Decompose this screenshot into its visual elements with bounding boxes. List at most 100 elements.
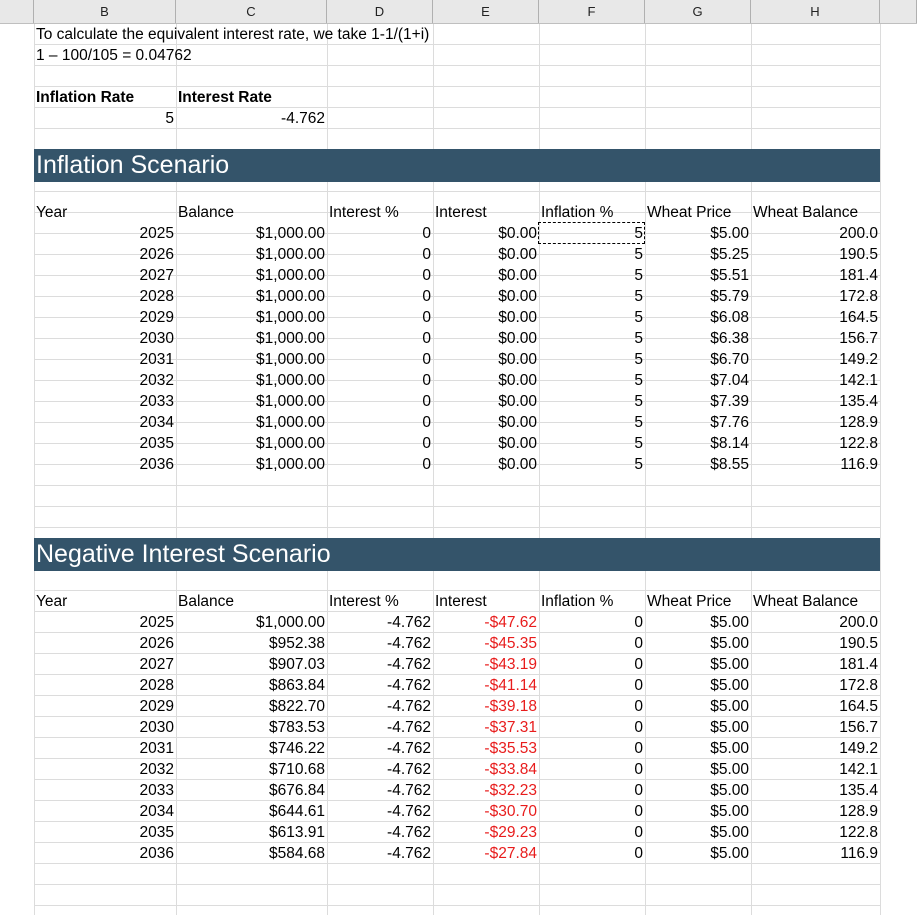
scenario2-cell-interest[interactable]: -$37.31: [433, 717, 539, 738]
scenario2-cell-interest-pct[interactable]: -4.762: [327, 801, 433, 822]
scenario1-cell-interest-pct[interactable]: 0: [327, 433, 433, 454]
scenario1-cell-balance[interactable]: $1,000.00: [176, 412, 327, 433]
scenario2-cell-balance[interactable]: $613.91: [176, 822, 327, 843]
scenario1-cell-wheat-balance[interactable]: 156.7: [751, 328, 880, 349]
inflation-scenario-banner[interactable]: Inflation Scenario: [34, 149, 880, 182]
interest-rate-value[interactable]: -4.762: [176, 108, 327, 129]
scenario1-cell-interest-pct[interactable]: 0: [327, 307, 433, 328]
note-formula-example[interactable]: 1 – 100/105 = 0.04762: [34, 45, 194, 66]
scenario1-cell-inflation-pct[interactable]: 5: [539, 244, 645, 265]
scenario2-cell-wheat-price[interactable]: $5.00: [645, 843, 751, 864]
scenario1-cell-interest[interactable]: $0.00: [433, 223, 539, 244]
column-header-i[interactable]: [880, 0, 917, 23]
scenario1-cell-year[interactable]: 2032: [34, 370, 176, 391]
inflation-rate-value[interactable]: 5: [34, 108, 176, 129]
scenario1-cell-interest[interactable]: $0.00: [433, 412, 539, 433]
scenario2-cell-wheat-balance[interactable]: 164.5: [751, 696, 880, 717]
scenario1-cell-interest-pct[interactable]: 0: [327, 223, 433, 244]
scenario2-header-interest-pct[interactable]: Interest %: [327, 591, 401, 612]
scenario2-cell-year[interactable]: 2032: [34, 759, 176, 780]
scenario2-cell-year[interactable]: 2033: [34, 780, 176, 801]
scenario2-cell-year[interactable]: 2035: [34, 822, 176, 843]
scenario1-cell-interest[interactable]: $0.00: [433, 265, 539, 286]
scenario1-cell-inflation-pct[interactable]: 5: [539, 328, 645, 349]
scenario1-cell-year[interactable]: 2035: [34, 433, 176, 454]
scenario1-cell-interest[interactable]: $0.00: [433, 370, 539, 391]
scenario2-cell-inflation-pct[interactable]: 0: [539, 738, 645, 759]
scenario1-header-wheat-price[interactable]: Wheat Price: [645, 202, 733, 223]
scenario1-cell-interest[interactable]: $0.00: [433, 454, 539, 475]
scenario1-cell-inflation-pct[interactable]: 5: [539, 349, 645, 370]
scenario1-cell-wheat-balance[interactable]: 164.5: [751, 307, 880, 328]
column-header-e[interactable]: E: [433, 0, 539, 23]
scenario1-cell-year[interactable]: 2036: [34, 454, 176, 475]
scenario1-cell-inflation-pct[interactable]: 5: [539, 454, 645, 475]
scenario2-cell-interest[interactable]: -$27.84: [433, 843, 539, 864]
column-header-h[interactable]: H: [751, 0, 880, 23]
scenario1-cell-wheat-price[interactable]: $6.08: [645, 307, 751, 328]
scenario2-cell-wheat-price[interactable]: $5.00: [645, 822, 751, 843]
scenario2-cell-wheat-balance[interactable]: 190.5: [751, 633, 880, 654]
inflation-rate-label[interactable]: Inflation Rate: [34, 87, 136, 108]
scenario2-cell-balance[interactable]: $907.03: [176, 654, 327, 675]
scenario2-cell-balance[interactable]: $710.68: [176, 759, 327, 780]
scenario1-header-wheat-balance[interactable]: Wheat Balance: [751, 202, 860, 223]
scenario1-header-balance[interactable]: Balance: [176, 202, 236, 223]
spreadsheet-grid[interactable]: BCDEFGH To calculate the equivalent inte…: [0, 0, 917, 915]
scenario1-cell-year[interactable]: 2025: [34, 223, 176, 244]
scenario1-cell-balance[interactable]: $1,000.00: [176, 223, 327, 244]
scenario2-cell-interest[interactable]: -$45.35: [433, 633, 539, 654]
scenario1-cell-year[interactable]: 2034: [34, 412, 176, 433]
scenario1-cell-balance[interactable]: $1,000.00: [176, 454, 327, 475]
scenario2-cell-balance[interactable]: $783.53: [176, 717, 327, 738]
scenario2-cell-inflation-pct[interactable]: 0: [539, 801, 645, 822]
scenario1-cell-balance[interactable]: $1,000.00: [176, 433, 327, 454]
scenario1-cell-wheat-balance[interactable]: 122.8: [751, 433, 880, 454]
scenario2-cell-wheat-balance[interactable]: 135.4: [751, 780, 880, 801]
scenario2-cell-inflation-pct[interactable]: 0: [539, 612, 645, 633]
scenario2-cell-interest[interactable]: -$43.19: [433, 654, 539, 675]
scenario2-cell-wheat-price[interactable]: $5.00: [645, 696, 751, 717]
scenario2-cell-year[interactable]: 2036: [34, 843, 176, 864]
scenario2-cell-year[interactable]: 2034: [34, 801, 176, 822]
scenario2-cell-inflation-pct[interactable]: 0: [539, 843, 645, 864]
scenario2-cell-wheat-price[interactable]: $5.00: [645, 801, 751, 822]
scenario2-cell-interest[interactable]: -$29.23: [433, 822, 539, 843]
scenario1-cell-wheat-price[interactable]: $5.51: [645, 265, 751, 286]
scenario2-cell-balance[interactable]: $1,000.00: [176, 612, 327, 633]
scenario1-cell-interest-pct[interactable]: 0: [327, 391, 433, 412]
scenario1-cell-inflation-pct[interactable]: 5: [539, 391, 645, 412]
column-header-b[interactable]: B: [34, 0, 176, 23]
scenario2-cell-balance[interactable]: $584.68: [176, 843, 327, 864]
scenario2-cell-year[interactable]: 2025: [34, 612, 176, 633]
scenario1-cell-year[interactable]: 2033: [34, 391, 176, 412]
scenario2-cell-interest-pct[interactable]: -4.762: [327, 633, 433, 654]
scenario2-cell-interest-pct[interactable]: -4.762: [327, 822, 433, 843]
scenario2-cell-interest[interactable]: -$47.62: [433, 612, 539, 633]
scenario1-cell-wheat-price[interactable]: $8.14: [645, 433, 751, 454]
scenario2-cell-wheat-balance[interactable]: 142.1: [751, 759, 880, 780]
scenario1-cell-interest[interactable]: $0.00: [433, 328, 539, 349]
scenario2-cell-interest-pct[interactable]: -4.762: [327, 675, 433, 696]
scenario2-cell-interest-pct[interactable]: -4.762: [327, 696, 433, 717]
scenario1-cell-balance[interactable]: $1,000.00: [176, 391, 327, 412]
scenario2-cell-inflation-pct[interactable]: 0: [539, 675, 645, 696]
scenario1-cell-interest[interactable]: $0.00: [433, 349, 539, 370]
negative-interest-scenario-banner[interactable]: Negative Interest Scenario: [34, 538, 880, 571]
scenario1-cell-wheat-balance[interactable]: 116.9: [751, 454, 880, 475]
scenario1-cell-inflation-pct[interactable]: 5: [539, 286, 645, 307]
scenario1-cell-interest[interactable]: $0.00: [433, 244, 539, 265]
scenario2-cell-wheat-price[interactable]: $5.00: [645, 717, 751, 738]
scenario2-header-wheat-balance[interactable]: Wheat Balance: [751, 591, 860, 612]
scenario2-cell-balance[interactable]: $952.38: [176, 633, 327, 654]
scenario1-cell-interest[interactable]: $0.00: [433, 286, 539, 307]
scenario2-cell-year[interactable]: 2031: [34, 738, 176, 759]
column-header-d[interactable]: D: [327, 0, 433, 23]
scenario1-cell-wheat-balance[interactable]: 172.8: [751, 286, 880, 307]
scenario2-cell-wheat-price[interactable]: $5.00: [645, 759, 751, 780]
scenario1-cell-balance[interactable]: $1,000.00: [176, 349, 327, 370]
interest-rate-label[interactable]: Interest Rate: [176, 87, 274, 108]
scenario2-cell-interest-pct[interactable]: -4.762: [327, 612, 433, 633]
scenario1-cell-wheat-price[interactable]: $5.00: [645, 223, 751, 244]
scenario1-cell-interest-pct[interactable]: 0: [327, 454, 433, 475]
